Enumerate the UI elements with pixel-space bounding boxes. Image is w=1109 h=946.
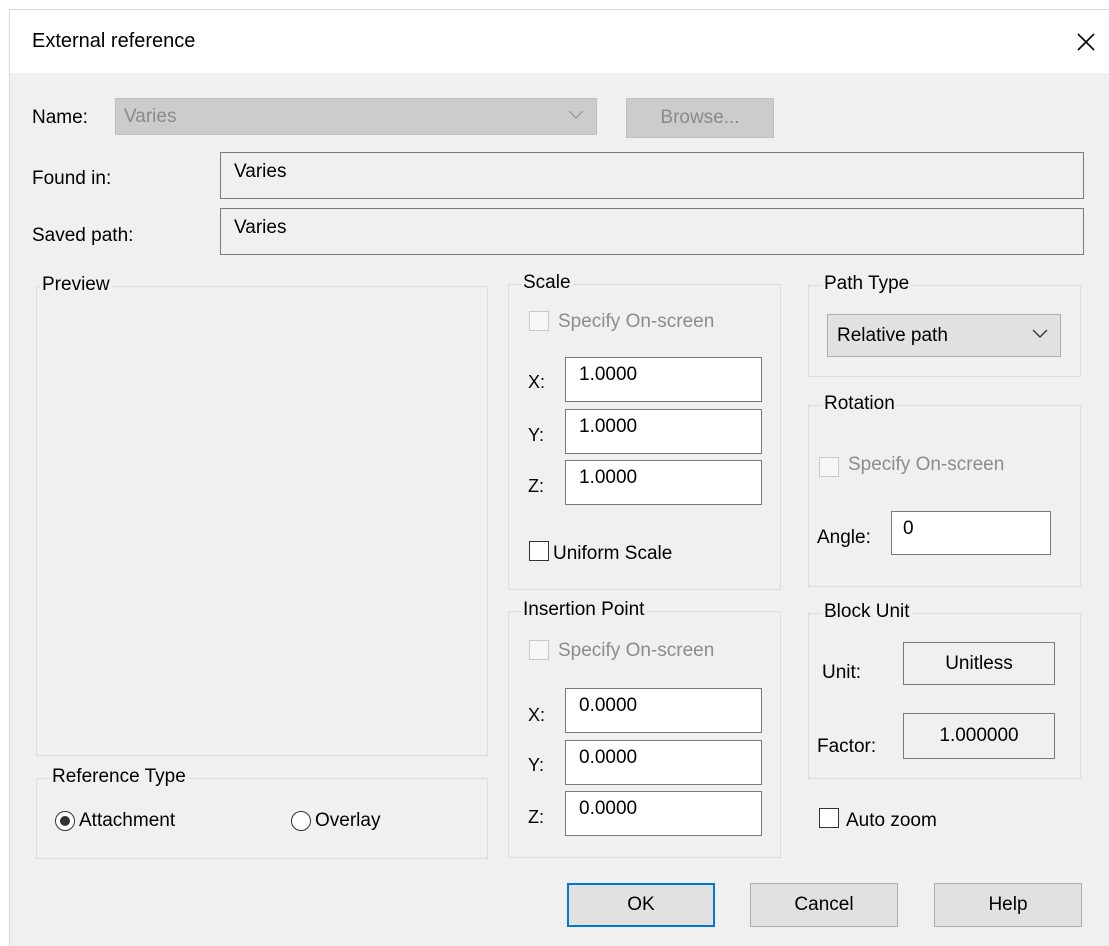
browse-button[interactable]: Browse... bbox=[626, 98, 774, 138]
overlay-radio[interactable] bbox=[291, 811, 311, 831]
unit-label: Unit: bbox=[822, 662, 862, 683]
close-button[interactable] bbox=[1063, 10, 1109, 73]
insertion-x-input[interactable]: 0.0000 bbox=[565, 688, 762, 733]
insertion-specify-onscreen-label: Specify On-screen bbox=[558, 640, 715, 661]
factor-label: Factor: bbox=[817, 736, 877, 757]
found-in-value: Varies bbox=[234, 161, 287, 182]
angle-value: 0 bbox=[903, 518, 914, 539]
name-value: Varies bbox=[124, 106, 177, 127]
rotation-specify-onscreen-checkbox[interactable] bbox=[819, 457, 839, 477]
cancel-button[interactable]: Cancel bbox=[750, 883, 898, 927]
radio-selected-dot bbox=[60, 816, 70, 826]
scale-y-input[interactable]: 1.0000 bbox=[565, 409, 762, 454]
scale-x-value: 1.0000 bbox=[579, 364, 638, 385]
path-type-value: Relative path bbox=[837, 325, 948, 346]
reference-type-label: Reference Type bbox=[50, 766, 188, 788]
block-unit-label: Block Unit bbox=[822, 601, 912, 623]
attachment-radio[interactable] bbox=[55, 811, 75, 831]
insertion-y-input[interactable]: 0.0000 bbox=[565, 740, 762, 785]
scale-z-label: Z: bbox=[528, 476, 544, 496]
scale-z-value: 1.0000 bbox=[579, 467, 638, 488]
scale-y-label: Y: bbox=[528, 425, 545, 445]
external-reference-dialog: External reference Name: Varies Browse..… bbox=[10, 10, 1109, 946]
factor-value: 1.000000 bbox=[939, 725, 1019, 746]
insertion-z-input[interactable]: 0.0000 bbox=[565, 791, 762, 836]
chevron-down-icon bbox=[568, 110, 584, 119]
found-in-label: Found in: bbox=[32, 168, 112, 189]
close-icon bbox=[1077, 32, 1095, 51]
saved-path-value: Varies bbox=[234, 217, 287, 238]
path-type-label: Path Type bbox=[822, 273, 912, 295]
uniform-scale-label[interactable]: Uniform Scale bbox=[553, 543, 672, 565]
saved-path-label: Saved path: bbox=[32, 225, 134, 246]
name-combobox[interactable]: Varies bbox=[115, 98, 597, 135]
scale-x-label: X: bbox=[528, 372, 546, 392]
saved-path-field: Varies bbox=[220, 208, 1084, 255]
auto-zoom-checkbox[interactable] bbox=[819, 808, 839, 828]
unit-value: Unitless bbox=[945, 653, 1013, 674]
preview-group bbox=[36, 286, 488, 756]
dialog-title: External reference bbox=[32, 30, 196, 52]
title-bar: External reference bbox=[10, 10, 1109, 73]
insertion-z-label: Z: bbox=[528, 807, 544, 827]
scale-label: Scale bbox=[521, 272, 573, 294]
help-button[interactable]: Help bbox=[934, 883, 1082, 927]
unit-field: Unitless bbox=[903, 642, 1055, 685]
angle-label: Angle: bbox=[817, 527, 871, 548]
ok-button[interactable]: OK bbox=[567, 883, 715, 927]
rotation-group bbox=[808, 405, 1081, 587]
scale-specify-onscreen-label: Specify On-screen bbox=[558, 311, 715, 332]
insertion-point-label: Insertion Point bbox=[521, 599, 647, 621]
found-in-field: Varies bbox=[220, 152, 1084, 199]
angle-input[interactable]: 0 bbox=[891, 511, 1051, 555]
auto-zoom-label[interactable]: Auto zoom bbox=[846, 810, 937, 832]
preview-label: Preview bbox=[40, 274, 112, 296]
scale-x-input[interactable]: 1.0000 bbox=[565, 357, 762, 402]
insertion-y-label: Y: bbox=[528, 755, 545, 775]
insertion-specify-onscreen-checkbox[interactable] bbox=[529, 640, 549, 660]
insertion-y-value: 0.0000 bbox=[579, 747, 638, 768]
rotation-specify-onscreen-label: Specify On-screen bbox=[848, 454, 1005, 475]
uniform-scale-checkbox[interactable] bbox=[529, 541, 549, 561]
chevron-down-icon bbox=[1032, 329, 1048, 338]
insertion-z-value: 0.0000 bbox=[579, 798, 638, 819]
insertion-x-value: 0.0000 bbox=[579, 695, 638, 716]
attachment-label[interactable]: Attachment bbox=[79, 810, 175, 832]
insertion-x-label: X: bbox=[528, 705, 546, 725]
name-label: Name: bbox=[32, 107, 88, 128]
path-type-dropdown[interactable]: Relative path bbox=[827, 314, 1061, 357]
factor-field: 1.000000 bbox=[903, 713, 1055, 759]
scale-y-value: 1.0000 bbox=[579, 416, 638, 437]
scale-z-input[interactable]: 1.0000 bbox=[565, 460, 762, 505]
overlay-label[interactable]: Overlay bbox=[315, 810, 380, 832]
scale-specify-onscreen-checkbox[interactable] bbox=[529, 311, 549, 331]
rotation-label: Rotation bbox=[822, 393, 897, 415]
